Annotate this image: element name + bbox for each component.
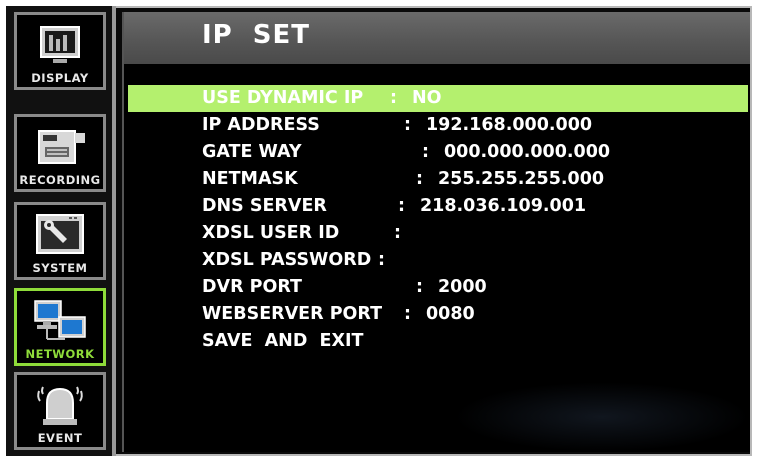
- setting-ip-address[interactable]: IP ADDRESS : 192.168.000.000: [128, 112, 748, 139]
- setting-value: NO: [412, 88, 442, 108]
- setting-label: WEBSERVER PORT: [202, 304, 383, 324]
- setting-colon: :: [394, 223, 401, 243]
- setting-label: DVR PORT: [202, 277, 302, 297]
- setting-xdsl-user-id[interactable]: XDSL USER ID :: [128, 220, 748, 247]
- sidebar-item-label: EVENT: [37, 431, 83, 445]
- setting-label: NETMASK: [202, 169, 298, 189]
- setting-colon: :: [404, 304, 411, 324]
- setting-netmask[interactable]: NETMASK : 255.255.255.000: [128, 166, 748, 193]
- network-icon: [34, 300, 86, 340]
- setting-dns-server[interactable]: DNS SERVER : 218.036.109.001: [128, 193, 748, 220]
- setting-dvr-port[interactable]: DVR PORT : 2000: [128, 274, 748, 301]
- setting-value: 000.000.000.000: [444, 142, 611, 162]
- setting-label: SAVE AND EXIT: [202, 331, 364, 351]
- alarm-icon: [37, 386, 83, 425]
- setting-value: 2000: [438, 277, 487, 297]
- setting-colon: :: [390, 88, 397, 108]
- sidebar-item-display[interactable]: DISPLAY: [14, 12, 106, 90]
- setting-label: IP ADDRESS: [202, 115, 320, 135]
- setting-gateway[interactable]: GATE WAY : 000.000.000.000: [128, 139, 748, 166]
- setting-use-dynamic-ip[interactable]: USE DYNAMIC IP : NO: [128, 85, 748, 112]
- wrench-icon: [36, 214, 84, 254]
- setting-label: XDSL USER ID: [202, 223, 340, 243]
- setting-value: 0080: [426, 304, 475, 324]
- setting-value: 255.255.255.000: [438, 169, 605, 189]
- camera-icon: [38, 130, 85, 164]
- sidebar-item-event[interactable]: EVENT: [14, 372, 106, 450]
- setting-label: USE DYNAMIC IP: [202, 88, 364, 108]
- sidebar-item-system[interactable]: SYSTEM: [14, 202, 106, 280]
- setting-value: 192.168.000.000: [426, 115, 593, 135]
- setting-colon: :: [416, 169, 423, 189]
- setting-value: 218.036.109.001: [420, 196, 587, 216]
- sidebar-item-label: RECORDING: [19, 173, 101, 187]
- setting-label: DNS SERVER: [202, 196, 327, 216]
- title-bar: IP SET: [124, 12, 750, 64]
- ip-set-panel: IP SET USE DYNAMIC IP : NO IP ADDRESS : …: [122, 12, 750, 452]
- setting-colon: :: [416, 277, 423, 297]
- sidebar-item-label: NETWORK: [25, 347, 95, 361]
- sidebar-item-label: SYSTEM: [32, 261, 88, 275]
- setting-label: GATE WAY: [202, 142, 302, 162]
- sidebar: DISPLAY RECORDING SYSTEM NETWORK EVENT: [6, 6, 116, 456]
- background-glow: [454, 382, 750, 452]
- sidebar-item-network[interactable]: NETWORK: [14, 288, 106, 366]
- display-icon: [40, 26, 80, 63]
- setting-colon: :: [378, 250, 385, 270]
- setting-xdsl-password[interactable]: XDSL PASSWORD :: [128, 247, 748, 274]
- save-and-exit-button[interactable]: SAVE AND EXIT: [128, 328, 748, 355]
- setting-colon: :: [398, 196, 405, 216]
- setting-webserver-port[interactable]: WEBSERVER PORT : 0080: [128, 301, 748, 328]
- sidebar-item-recording[interactable]: RECORDING: [14, 114, 106, 192]
- setting-colon: :: [404, 115, 411, 135]
- setting-colon: :: [422, 142, 429, 162]
- setting-label: XDSL PASSWORD: [202, 250, 372, 270]
- sidebar-item-label: DISPLAY: [31, 71, 89, 85]
- page-title: IP SET: [202, 20, 311, 50]
